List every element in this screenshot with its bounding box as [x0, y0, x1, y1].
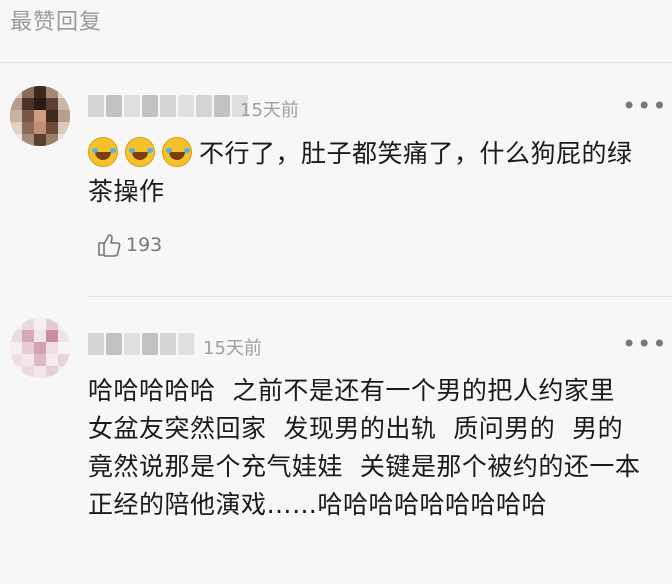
comment-text: 不行了，肚子都笑痛了，什么狗屁的绿茶操作	[88, 135, 648, 211]
rolling-laughing-emoji-icon	[125, 137, 155, 167]
more-options-icon[interactable]: •••	[622, 332, 667, 356]
section-title: 最赞回复	[10, 10, 103, 35]
top-divider	[0, 62, 672, 63]
rolling-laughing-emoji-icon	[162, 137, 192, 167]
more-options-icon[interactable]: •••	[622, 94, 667, 118]
username-redacted[interactable]	[88, 94, 248, 118]
avatar[interactable]	[10, 318, 70, 378]
comment-divider	[88, 296, 672, 297]
comment-time: 15天前	[203, 338, 262, 359]
rolling-laughing-emoji-icon	[88, 137, 118, 167]
comment-time: 15天前	[240, 100, 299, 121]
like-count: 193	[126, 234, 163, 256]
thumbs-up-icon	[98, 234, 121, 257]
like-button[interactable]: 193	[96, 232, 162, 258]
avatar[interactable]	[10, 86, 70, 146]
username-redacted[interactable]	[88, 332, 194, 356]
comment-text: 哈哈哈哈哈 之前不是还有一个男的把人约家里 女盆友突然回家 发现男的出轨 质问男…	[88, 376, 641, 519]
